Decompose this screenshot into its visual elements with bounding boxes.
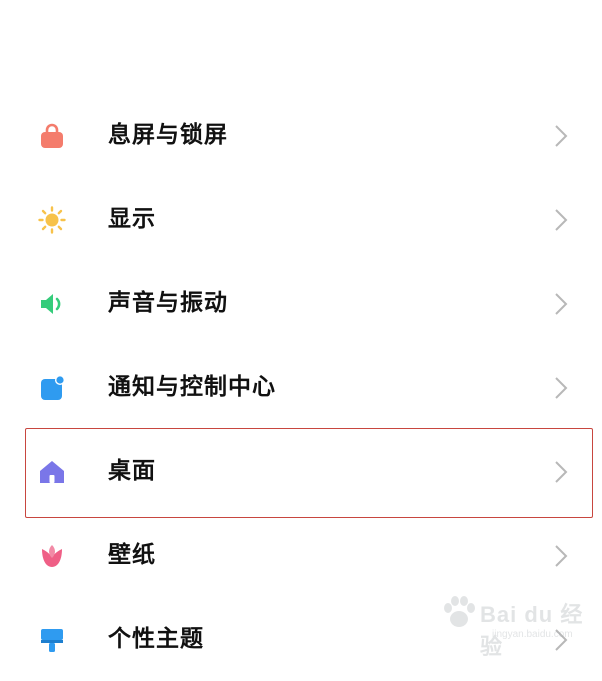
settings-item-label: 通知与控制中心 xyxy=(108,374,276,400)
settings-list: 息屏与锁屏 显示 声音与振动 通知与控制中心 桌面 壁纸 个性主题 xyxy=(0,93,602,681)
settings-item-home-screen[interactable]: 桌面 xyxy=(0,429,602,513)
chevron-right-icon xyxy=(554,544,568,568)
speaker-icon xyxy=(38,290,66,318)
settings-item-label: 个性主题 xyxy=(108,626,204,652)
settings-item-label: 显示 xyxy=(108,206,156,232)
chevron-right-icon xyxy=(554,124,568,148)
tulip-icon xyxy=(38,542,66,570)
settings-item-notifications[interactable]: 通知与控制中心 xyxy=(0,345,602,429)
sun-icon xyxy=(38,206,66,234)
settings-item-label: 息屏与锁屏 xyxy=(108,122,228,148)
settings-item-sound[interactable]: 声音与振动 xyxy=(0,261,602,345)
settings-item-wallpaper[interactable]: 壁纸 xyxy=(0,513,602,597)
chevron-right-icon xyxy=(554,628,568,652)
home-icon xyxy=(38,458,66,486)
paintbrush-icon xyxy=(38,626,66,654)
lock-icon xyxy=(38,122,66,150)
settings-item-label: 声音与振动 xyxy=(108,290,228,316)
chevron-right-icon xyxy=(554,208,568,232)
chevron-right-icon xyxy=(554,460,568,484)
chevron-right-icon xyxy=(554,376,568,400)
notification-icon xyxy=(38,374,66,402)
chevron-right-icon xyxy=(554,292,568,316)
settings-item-label: 桌面 xyxy=(108,458,156,484)
settings-item-label: 壁纸 xyxy=(108,542,156,568)
settings-item-lock-screen[interactable]: 息屏与锁屏 xyxy=(0,93,602,177)
settings-item-themes[interactable]: 个性主题 xyxy=(0,597,602,681)
settings-item-display[interactable]: 显示 xyxy=(0,177,602,261)
